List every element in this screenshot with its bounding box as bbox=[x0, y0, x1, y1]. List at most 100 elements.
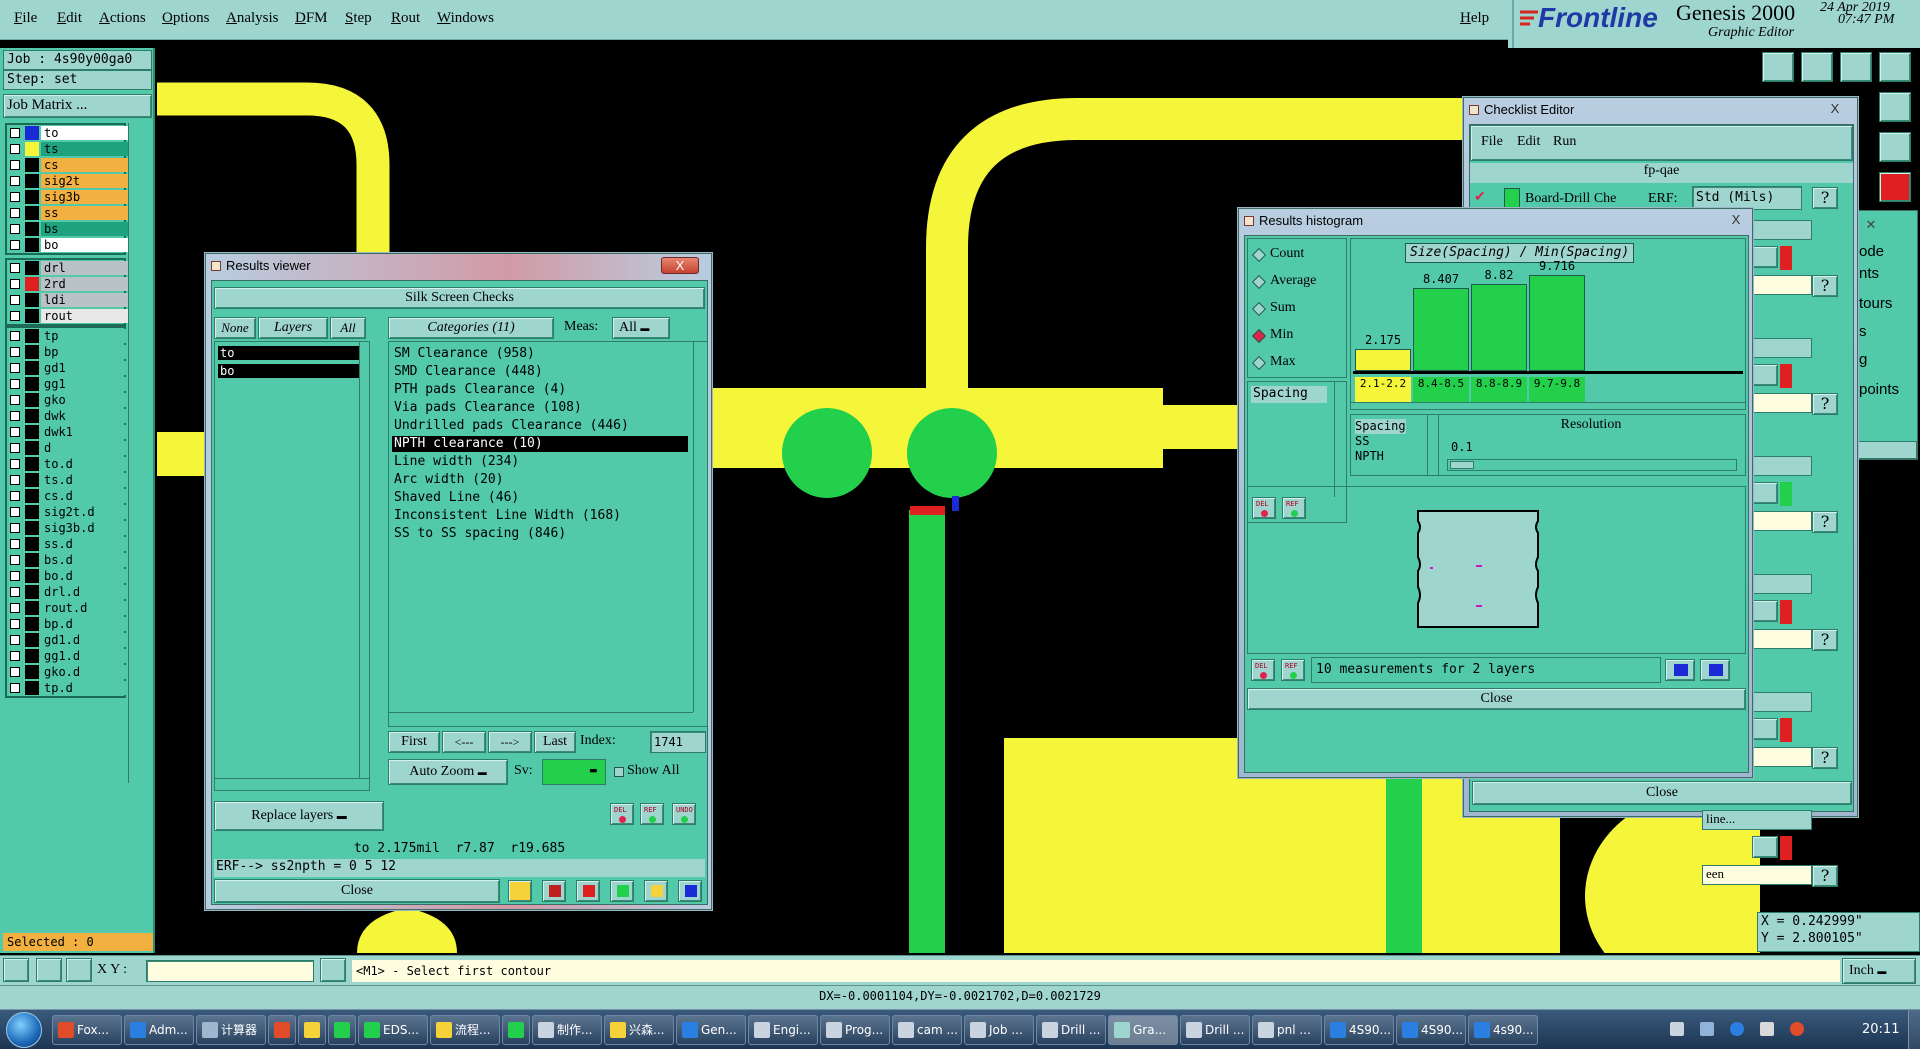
mode-option[interactable]: Max bbox=[1248, 353, 1344, 373]
layer-color-swatch[interactable] bbox=[25, 489, 39, 503]
layers-none-button[interactable]: None bbox=[214, 317, 256, 339]
layer-row[interactable]: bs.d bbox=[7, 552, 129, 568]
layer-checkbox[interactable] bbox=[10, 363, 20, 373]
category-list-scrollbar[interactable] bbox=[693, 342, 707, 712]
layer-checkbox[interactable] bbox=[10, 144, 20, 154]
layers-all-button[interactable]: All bbox=[330, 317, 366, 339]
mode-option[interactable]: Average bbox=[1248, 272, 1344, 292]
layer-name[interactable]: d bbox=[41, 441, 129, 455]
keyboard-icon[interactable] bbox=[1670, 1022, 1684, 1036]
layer-row[interactable]: ldi bbox=[7, 292, 129, 308]
measure-tool-icon[interactable] bbox=[36, 958, 62, 982]
mode-radio[interactable] bbox=[1251, 301, 1267, 317]
layer-checkbox[interactable] bbox=[10, 555, 20, 565]
layer-list-item[interactable]: bo bbox=[218, 364, 360, 378]
categories-button[interactable]: Categories (11) bbox=[388, 317, 554, 339]
layer-color-swatch[interactable] bbox=[25, 377, 39, 391]
help-icon[interactable]: ? bbox=[1812, 865, 1838, 887]
menu-file[interactable]: File bbox=[14, 10, 37, 27]
layer-color-swatch[interactable] bbox=[25, 681, 39, 695]
layer-list-scrollbar[interactable] bbox=[359, 342, 369, 778]
layer-color-swatch[interactable] bbox=[25, 261, 39, 275]
layer-color-swatch[interactable] bbox=[25, 361, 39, 375]
layer-color-swatch[interactable] bbox=[25, 425, 39, 439]
layer-checkbox[interactable] bbox=[10, 539, 20, 549]
tool-home-icon[interactable] bbox=[1840, 52, 1872, 82]
layer-color-swatch[interactable] bbox=[25, 393, 39, 407]
viewer-del-icon[interactable]: DEL bbox=[610, 803, 634, 825]
mode-option[interactable]: Min bbox=[1248, 326, 1344, 346]
xy-input[interactable] bbox=[146, 960, 314, 982]
layer-name[interactable]: bo bbox=[41, 238, 129, 252]
board-preview[interactable] bbox=[1247, 486, 1746, 654]
layer-checkbox[interactable] bbox=[10, 603, 20, 613]
layer-row[interactable]: tp bbox=[7, 328, 129, 344]
menu-help[interactable]: Help bbox=[1460, 10, 1489, 27]
layer-color-swatch[interactable] bbox=[25, 649, 39, 663]
layer-row[interactable]: rout bbox=[7, 308, 129, 324]
bar-range-label[interactable]: 9.7-9.8 bbox=[1529, 377, 1585, 403]
layer-row[interactable]: cs bbox=[7, 157, 129, 173]
security-icon[interactable] bbox=[1790, 1022, 1804, 1036]
histogram-bar[interactable] bbox=[1413, 288, 1469, 371]
taskbar-item[interactable]: Gen... bbox=[676, 1015, 746, 1045]
layer-color-swatch[interactable] bbox=[25, 505, 39, 519]
layer-checkbox[interactable] bbox=[10, 571, 20, 581]
zoom-icon[interactable] bbox=[1752, 836, 1778, 858]
layer-row[interactable]: dwk1 bbox=[7, 424, 129, 440]
help-icon[interactable]: ? bbox=[1812, 747, 1838, 769]
checklist-titlebar[interactable]: Checklist Editor bbox=[1464, 98, 1857, 122]
taskbar-item[interactable]: pnl ... bbox=[1252, 1015, 1322, 1045]
layer-color-swatch[interactable] bbox=[25, 329, 39, 343]
measure-list-scrollbar[interactable] bbox=[1334, 382, 1346, 497]
layer-color-swatch[interactable] bbox=[25, 473, 39, 487]
taskbar-item[interactable]: Engi... bbox=[748, 1015, 818, 1045]
layer-checkbox[interactable] bbox=[10, 635, 20, 645]
measure-list-item[interactable]: Spacing bbox=[1251, 386, 1327, 403]
layer-row[interactable]: sig3b.d bbox=[7, 520, 129, 536]
layer-name[interactable]: bs.d bbox=[41, 553, 129, 567]
checklist-menu-file[interactable]: File bbox=[1481, 134, 1503, 150]
layer-row[interactable]: tp.d bbox=[7, 680, 129, 696]
nav-prev-button[interactable]: <--- bbox=[442, 731, 486, 753]
layer-checkbox[interactable] bbox=[10, 160, 20, 170]
layer-row[interactable]: gd1 bbox=[7, 360, 129, 376]
layer-color-swatch[interactable] bbox=[25, 441, 39, 455]
menu-step[interactable]: Step bbox=[345, 10, 372, 27]
right-item-1[interactable]: ode bbox=[1859, 243, 1884, 260]
bar-range-label[interactable]: 2.1-2.2 bbox=[1355, 377, 1411, 403]
layer-name[interactable]: bp bbox=[41, 345, 129, 359]
layer-name[interactable]: to bbox=[41, 126, 129, 140]
layer-row[interactable]: ss.d bbox=[7, 536, 129, 552]
histogram-bar[interactable] bbox=[1471, 284, 1527, 371]
bar-range-label[interactable]: 8.8-8.9 bbox=[1471, 377, 1527, 403]
layer-name[interactable]: tp.d bbox=[41, 681, 129, 695]
nav-last-button[interactable]: Last bbox=[534, 731, 576, 753]
bar-range-label[interactable]: 8.4-8.5 bbox=[1413, 377, 1469, 403]
layer-checkbox[interactable] bbox=[10, 192, 20, 202]
layer-name[interactable]: gg1 bbox=[41, 377, 129, 391]
help-icon[interactable]: ? bbox=[1812, 629, 1838, 651]
layer-name[interactable]: ldi bbox=[41, 293, 129, 307]
layer-row[interactable]: sig2t.d bbox=[7, 504, 129, 520]
category-item[interactable]: Shaved Line (46) bbox=[392, 490, 688, 506]
layer-checkbox[interactable] bbox=[10, 507, 20, 517]
show-all-checkbox[interactable] bbox=[614, 767, 624, 777]
category-item[interactable]: SM Clearance (958) bbox=[392, 346, 688, 362]
tool-route-icon[interactable] bbox=[1879, 92, 1911, 122]
layer-checkbox[interactable] bbox=[10, 443, 20, 453]
meas-dropdown[interactable]: All ▬ bbox=[612, 317, 670, 339]
erf-field[interactable]: Std (Mils) bbox=[1692, 186, 1802, 210]
taskbar-item[interactable]: 制作... bbox=[532, 1015, 602, 1045]
field-npth[interactable]: NPTH bbox=[1355, 449, 1406, 464]
next-measure-icon[interactable] bbox=[1700, 659, 1730, 681]
layer-name[interactable]: ts.d bbox=[41, 473, 129, 487]
severity-dropdown[interactable]: ▬ bbox=[542, 759, 606, 785]
layer-name[interactable]: gd1.d bbox=[41, 633, 129, 647]
taskbar-item[interactable] bbox=[328, 1015, 356, 1045]
layer-checkbox[interactable] bbox=[10, 224, 20, 234]
category-item[interactable]: Undrilled pads Clearance (446) bbox=[392, 418, 688, 434]
checklist-close-x[interactable]: X bbox=[1816, 101, 1854, 118]
viewer-ref-icon[interactable]: REF bbox=[640, 803, 664, 825]
layer-color-swatch[interactable] bbox=[25, 457, 39, 471]
